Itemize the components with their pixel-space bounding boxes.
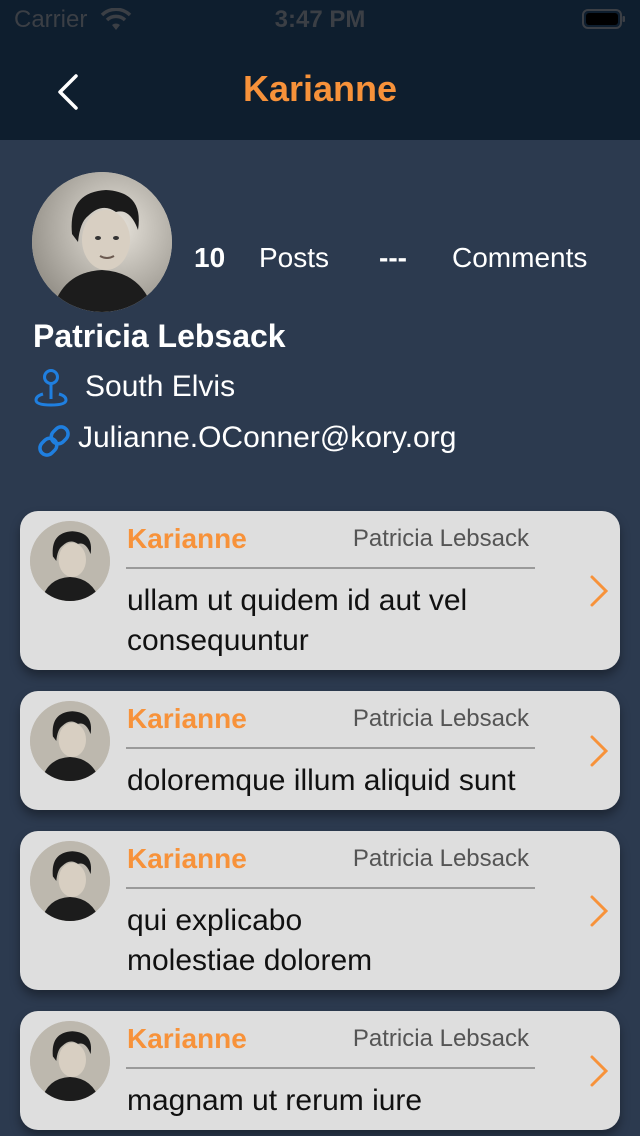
- post-body: ullam ut quidem id aut vel consequuntur: [127, 584, 468, 657]
- post-title: Karianne: [127, 843, 247, 874]
- location-text: South Elvis: [85, 370, 236, 403]
- portrait-image: [30, 841, 110, 921]
- post-title: Karianne: [127, 1023, 247, 1054]
- portrait-image: [30, 521, 110, 601]
- post-author: Patricia Lebsack: [352, 525, 529, 552]
- navigation-bar: Karianne: [0, 40, 640, 140]
- comments-count: ---: [379, 242, 407, 273]
- chevron-right-icon: [590, 1055, 609, 1087]
- post-title: Karianne: [127, 523, 247, 554]
- posts-label: Posts: [259, 242, 330, 273]
- posts-count: 10: [194, 242, 226, 273]
- status-time: 3:47 PM: [274, 6, 366, 33]
- post-author: Patricia Lebsack: [352, 705, 529, 732]
- divider: [126, 1067, 535, 1069]
- portrait-image: [32, 172, 172, 312]
- divider: [126, 567, 535, 569]
- post-card[interactable]: Karianne Patricia Lebsack qui explicabo …: [20, 831, 620, 990]
- link-icon: [38, 425, 70, 457]
- post-body: magnam ut rerum iure: [127, 1084, 423, 1117]
- chevron-right-icon: [590, 735, 609, 767]
- map-pin-icon: [34, 369, 68, 407]
- divider: [126, 747, 535, 749]
- profile-avatar: [32, 172, 172, 312]
- post-avatar: [30, 521, 110, 601]
- email-link[interactable]: Julianne.OConner@kory.org: [78, 421, 456, 455]
- post-title: Karianne: [127, 703, 247, 734]
- post-avatar: [30, 841, 110, 921]
- chevron-right-icon: [590, 895, 609, 927]
- post-avatar: [30, 1021, 110, 1101]
- post-avatar: [30, 701, 110, 781]
- divider: [126, 887, 535, 889]
- page-title: Karianne: [242, 68, 398, 109]
- post-card[interactable]: Karianne Patricia Lebsack ullam ut quide…: [20, 511, 620, 670]
- portrait-image: [30, 701, 110, 781]
- post-author: Patricia Lebsack: [352, 845, 529, 872]
- status-bar: Carrier 3:47 PM: [0, 0, 640, 40]
- post-body: doloremque illum aliquid sunt: [127, 764, 516, 797]
- post-card[interactable]: Karianne Patricia Lebsack doloremque ill…: [20, 691, 620, 810]
- portrait-image: [30, 1021, 110, 1101]
- post-author: Patricia Lebsack: [352, 1025, 529, 1052]
- battery-icon: [582, 9, 625, 29]
- comments-label: Comments: [452, 242, 588, 273]
- chevron-right-icon: [590, 575, 609, 607]
- post-card[interactable]: Karianne Patricia Lebsack magnam ut reru…: [20, 1011, 620, 1130]
- profile-name: Patricia Lebsack: [33, 318, 286, 354]
- post-body: qui explicabo molestiae dolorem: [127, 904, 373, 977]
